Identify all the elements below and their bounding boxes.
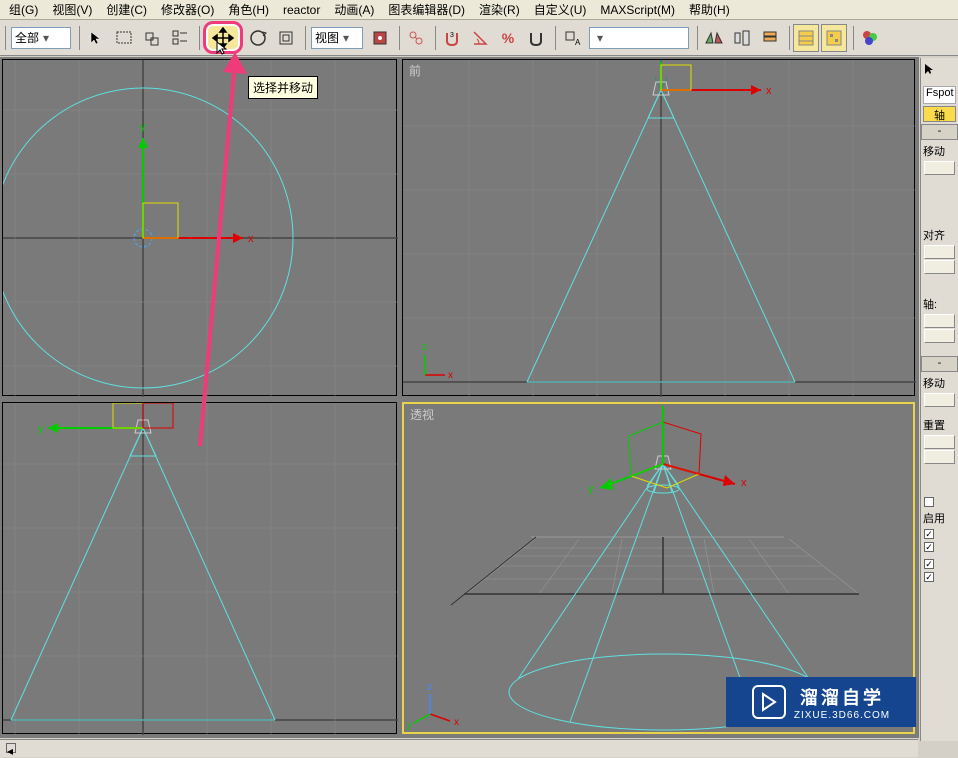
reset-label: 重置 bbox=[921, 416, 958, 434]
move-label: 移动 bbox=[921, 142, 958, 160]
named-sets-dropdown[interactable]: ▾ bbox=[589, 27, 689, 49]
checkbox-4[interactable]: ✓ bbox=[924, 558, 955, 570]
watermark: 溜溜自学 ZIXUE.3D66.COM bbox=[726, 677, 916, 727]
panel-button-8[interactable] bbox=[924, 450, 955, 464]
menu-animation[interactable]: 动画(A) bbox=[327, 0, 381, 20]
menu-modifier[interactable]: 修改器(O) bbox=[154, 0, 221, 20]
spinner-snap-toggle[interactable] bbox=[523, 24, 549, 52]
menubar: 组(G) 视图(V) 创建(C) 修改器(O) 角色(H) reactor 动画… bbox=[0, 0, 958, 20]
menu-help[interactable]: 帮助(H) bbox=[682, 0, 737, 20]
svg-text:y: y bbox=[588, 483, 594, 495]
align-tool[interactable] bbox=[729, 24, 755, 52]
checkbox-3[interactable]: ✓ bbox=[924, 541, 955, 553]
svg-text:x: x bbox=[766, 85, 772, 97]
move2-label: 移动 bbox=[921, 374, 958, 392]
panel-button-6[interactable] bbox=[924, 393, 955, 407]
select-by-name-tool[interactable] bbox=[167, 24, 193, 52]
rollout-header-2[interactable]: - bbox=[921, 356, 958, 372]
bottom-left-button[interactable]: ◂ bbox=[6, 743, 16, 753]
rollout-header-1[interactable]: - bbox=[921, 124, 958, 140]
select-link-tool[interactable] bbox=[403, 24, 429, 52]
selection-filter-dropdown[interactable]: 全部▾ bbox=[11, 27, 71, 49]
mirror-tool[interactable] bbox=[701, 24, 727, 52]
watermark-logo bbox=[752, 685, 786, 719]
viewports-container: x y 前 bbox=[0, 57, 919, 738]
select-window-tool[interactable] bbox=[139, 24, 165, 52]
svg-text:y: y bbox=[140, 121, 146, 133]
menu-schematic[interactable]: 图表编辑器(D) bbox=[381, 0, 472, 20]
panel-button-5[interactable] bbox=[924, 329, 955, 343]
angle-snap-toggle[interactable] bbox=[467, 24, 493, 52]
svg-text:3: 3 bbox=[450, 32, 454, 39]
object-name-field[interactable]: Fspot bbox=[923, 86, 956, 104]
svg-text:y: y bbox=[407, 720, 412, 731]
layer-manager[interactable] bbox=[757, 24, 783, 52]
snap-toggle[interactable]: 3 bbox=[439, 24, 465, 52]
move-tooltip: 选择并移动 bbox=[248, 76, 318, 99]
panel-button-4[interactable] bbox=[924, 314, 955, 328]
command-panel: Fspot 轴 - 移动 对齐 轴: - 移动 重置 启用 ✓ ✓ ✓ ✓ bbox=[920, 58, 958, 741]
svg-text:z: z bbox=[422, 342, 427, 353]
main-toolbar: 全部▾ 视图▾ 3 % ABC ▾ bbox=[0, 20, 958, 56]
select-region-tool[interactable] bbox=[111, 24, 137, 52]
named-sets-tool[interactable]: ABC bbox=[559, 24, 585, 52]
panel-button-1[interactable] bbox=[924, 161, 955, 175]
watermark-text-cn: 溜溜自学 bbox=[794, 684, 890, 710]
menu-view[interactable]: 视图(V) bbox=[45, 0, 99, 20]
svg-text:z: z bbox=[427, 682, 432, 693]
menu-maxscript[interactable]: MAXScript(M) bbox=[593, 1, 682, 19]
schematic-view-tool[interactable] bbox=[821, 24, 847, 52]
panel-modify-tab[interactable] bbox=[941, 58, 958, 80]
checkbox-5[interactable]: ✓ bbox=[924, 571, 955, 583]
viewport-front[interactable]: 前 x bbox=[402, 59, 915, 396]
menu-customize[interactable]: 自定义(U) bbox=[527, 0, 594, 20]
menu-reactor[interactable]: reactor bbox=[276, 1, 327, 19]
panel-button-3[interactable] bbox=[924, 260, 955, 274]
material-editor[interactable] bbox=[857, 24, 883, 52]
axis-rollout-button[interactable]: 轴 bbox=[923, 106, 956, 122]
svg-text:ABC: ABC bbox=[575, 38, 581, 47]
svg-text:x: x bbox=[448, 370, 453, 381]
viewport-front-label: 前 bbox=[409, 62, 421, 79]
enable-label: 启用 bbox=[921, 509, 958, 527]
svg-text:y: y bbox=[38, 423, 44, 435]
svg-text:x: x bbox=[248, 233, 254, 245]
viewport-top[interactable]: x y bbox=[2, 59, 397, 396]
menu-render[interactable]: 渲染(R) bbox=[472, 0, 527, 20]
status-bar: ◂ bbox=[0, 739, 918, 757]
panel-button-7[interactable] bbox=[924, 435, 955, 449]
menu-create[interactable]: 创建(C) bbox=[99, 0, 154, 20]
checkbox-1[interactable] bbox=[924, 496, 955, 508]
svg-text:x: x bbox=[454, 717, 459, 728]
panel-button-2[interactable] bbox=[924, 245, 955, 259]
menu-character[interactable]: 角色(H) bbox=[221, 0, 276, 20]
svg-text:x: x bbox=[741, 477, 747, 489]
coord-system-dropdown[interactable]: 视图▾ bbox=[311, 27, 363, 49]
viewport-left[interactable]: y bbox=[2, 402, 397, 734]
viewport-perspective-label: 透视 bbox=[410, 406, 434, 423]
scale-tool[interactable] bbox=[273, 24, 299, 52]
percent-snap-toggle[interactable]: % bbox=[495, 24, 521, 52]
select-move-button[interactable] bbox=[203, 21, 243, 54]
menu-group[interactable]: 组(G) bbox=[2, 0, 45, 20]
select-tool[interactable] bbox=[83, 24, 109, 52]
axis-group-label: 轴: bbox=[921, 295, 958, 313]
panel-create-tab[interactable] bbox=[922, 58, 939, 80]
checkbox-2[interactable]: ✓ bbox=[924, 528, 955, 540]
watermark-text-en: ZIXUE.3D66.COM bbox=[794, 710, 890, 721]
align-label: 对齐 bbox=[921, 226, 958, 244]
use-pivot-tool[interactable] bbox=[367, 24, 393, 52]
curve-editor-tool[interactable] bbox=[793, 24, 819, 52]
rotate-tool[interactable] bbox=[245, 24, 271, 52]
